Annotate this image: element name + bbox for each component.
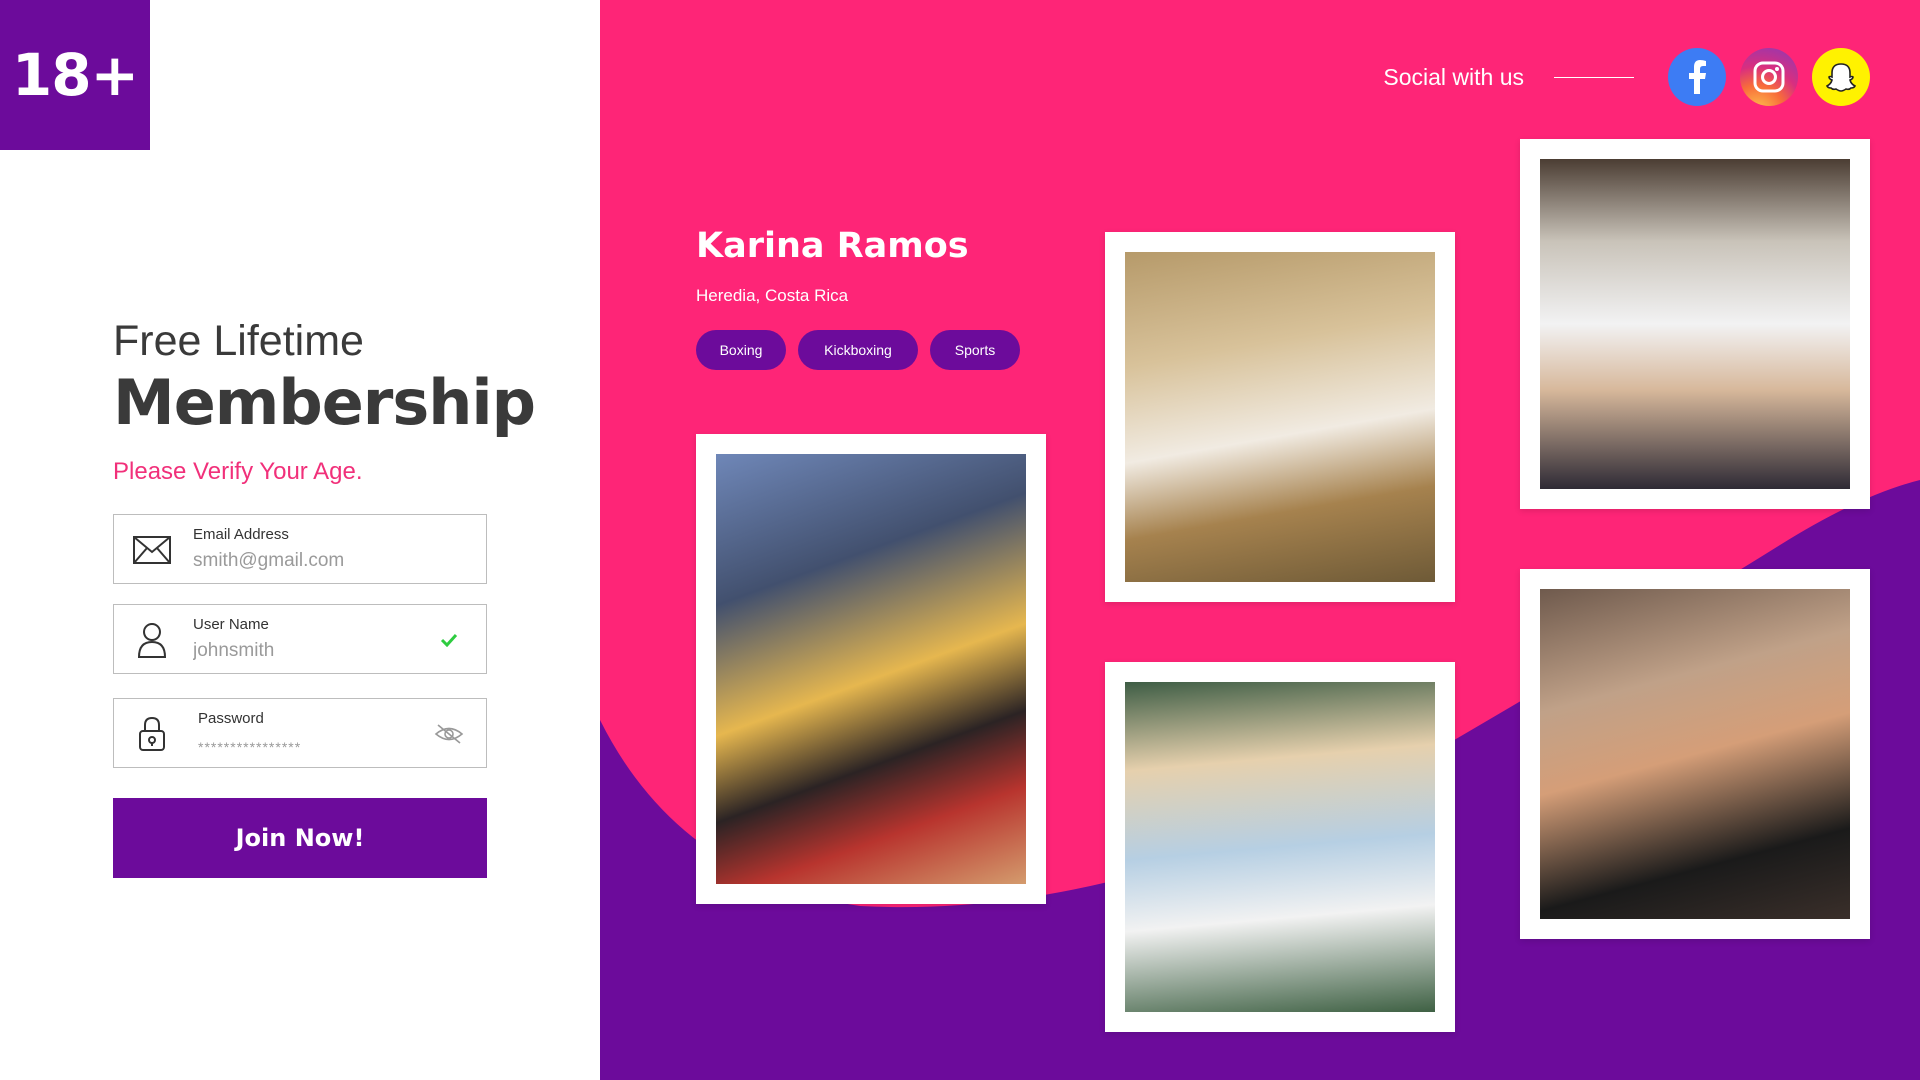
profile-showcase: Social with us Karina Ramos Heredia, Cos…	[600, 0, 1920, 1080]
membership-form: Free Lifetime Membership Please Verify Y…	[113, 316, 536, 878]
profile-tags: Boxing Kickboxing Sports	[696, 330, 1032, 370]
password-label: Password	[198, 710, 264, 727]
snapchat-icon[interactable]	[1812, 48, 1870, 106]
signup-panel: 18+ Free Lifetime Membership Please Veri…	[0, 0, 600, 1080]
instagram-icon[interactable]	[1740, 48, 1798, 106]
tag-boxing[interactable]: Boxing	[696, 330, 786, 370]
photo-card-1[interactable]	[696, 434, 1046, 904]
join-now-button[interactable]: Join Now!	[113, 798, 487, 878]
profile-photo	[716, 454, 1026, 884]
email-field[interactable]: Email Address	[113, 514, 487, 584]
title-light: Free Lifetime	[113, 317, 364, 365]
lock-icon	[132, 716, 172, 752]
profile-photo	[1540, 159, 1850, 489]
email-input[interactable]	[193, 550, 413, 572]
profile-photo	[1540, 589, 1850, 919]
profile-photo	[1125, 252, 1435, 582]
email-label: Email Address	[193, 526, 289, 543]
photo-card-2[interactable]	[1105, 232, 1455, 602]
social-divider	[1554, 76, 1634, 78]
profile-name: Karina Ramos	[696, 226, 969, 266]
envelope-icon	[132, 532, 172, 568]
user-icon	[132, 622, 172, 658]
username-label: User Name	[193, 616, 269, 633]
profile-photo	[1125, 682, 1435, 1012]
password-field[interactable]: Password	[113, 698, 487, 768]
facebook-icon[interactable]	[1668, 48, 1726, 106]
social-bar: Social with us	[1383, 48, 1870, 106]
profile-info: Karina Ramos Heredia, Costa Rica Boxing …	[696, 226, 1032, 370]
tag-kickboxing[interactable]: Kickboxing	[798, 330, 918, 370]
tag-sports[interactable]: Sports	[930, 330, 1020, 370]
password-input[interactable]	[198, 739, 418, 755]
profile-location: Heredia, Costa Rica	[696, 286, 849, 305]
title-bold: Membership	[113, 366, 536, 439]
username-field[interactable]: User Name	[113, 604, 487, 674]
eye-slash-icon[interactable]	[434, 721, 464, 747]
age-restriction-badge: 18+	[0, 0, 150, 150]
photo-card-4[interactable]	[1105, 662, 1455, 1032]
social-label: Social with us	[1383, 63, 1524, 90]
username-input[interactable]	[193, 640, 413, 662]
photo-card-3[interactable]	[1520, 139, 1870, 509]
verify-age-text: Please Verify Your Age.	[113, 458, 363, 485]
checkmark-icon	[434, 627, 464, 653]
photo-card-5[interactable]	[1520, 569, 1870, 939]
